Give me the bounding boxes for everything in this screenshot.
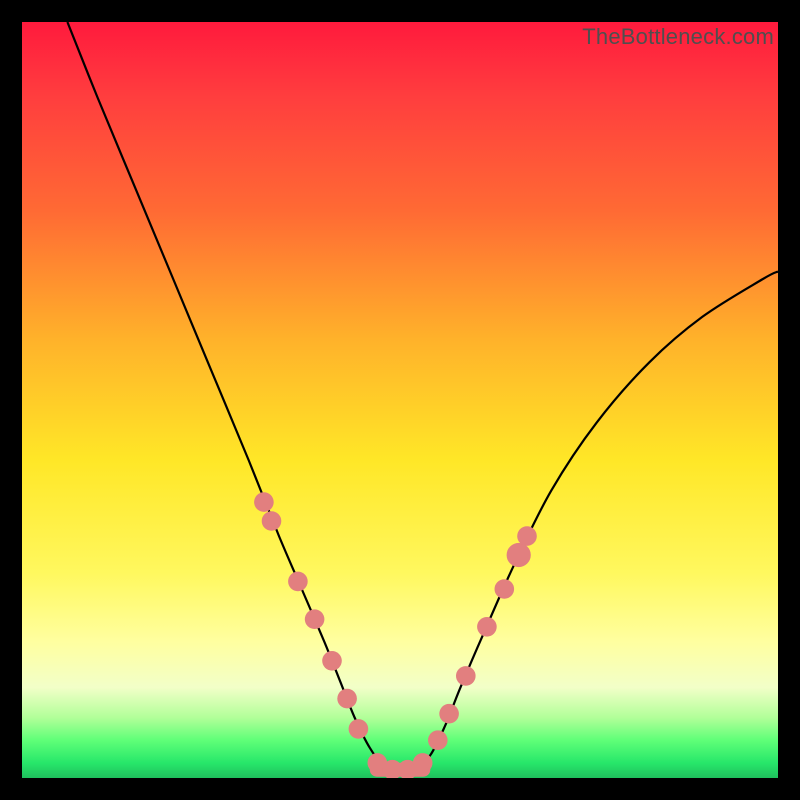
chart-svg — [22, 22, 778, 778]
marker-dot — [254, 492, 274, 512]
plot-area — [22, 22, 778, 778]
marker-dot — [428, 730, 448, 750]
marker-dot — [495, 579, 515, 599]
marker-dot — [507, 543, 531, 567]
marker-dot — [305, 609, 325, 629]
marker-dot — [456, 666, 476, 686]
marker-dot — [477, 617, 497, 637]
watermark-text: TheBottleneck.com — [582, 24, 774, 50]
outer-frame: TheBottleneck.com — [0, 0, 800, 800]
marker-dot — [439, 704, 459, 724]
marker-dot — [288, 572, 308, 592]
marker-dot — [337, 689, 357, 709]
marker-dot — [413, 753, 433, 773]
bottleneck-curve — [67, 22, 778, 771]
marker-dot — [517, 526, 537, 546]
marker-dot — [262, 511, 282, 531]
marker-dot — [349, 719, 369, 739]
marker-dot — [322, 651, 342, 671]
